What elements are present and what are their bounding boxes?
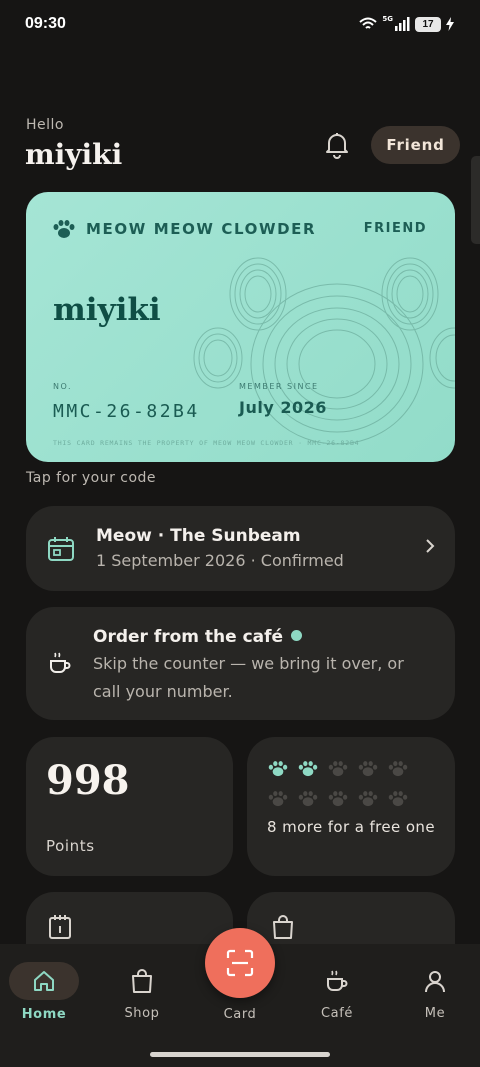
card-number-label: NO. <box>53 382 72 391</box>
nav-shop-label: Shop <box>124 1006 160 1021</box>
bell-icon <box>326 133 348 159</box>
charging-icon <box>446 17 454 31</box>
nav-card-label: Card <box>223 1007 257 1022</box>
home-icon <box>34 971 54 991</box>
points-value: 998 <box>46 757 130 804</box>
order-title: Order from the café <box>93 627 303 647</box>
shopping-bag-icon <box>132 969 152 993</box>
notifications-button[interactable] <box>322 129 352 161</box>
chevron-right-icon <box>426 539 435 553</box>
booking-tile[interactable]: Meow · The Sunbeam 1 September 2026 · Co… <box>26 506 455 591</box>
card-scan-button[interactable] <box>205 928 275 998</box>
status-time: 09:30 <box>25 15 66 32</box>
home-indicator[interactable] <box>150 1052 330 1057</box>
battery-icon: 17 <box>415 16 441 32</box>
network-type: 5G <box>382 15 393 23</box>
stamp-filled-icon <box>298 761 318 777</box>
order-title-text: Order from the café <box>93 627 284 647</box>
nav-home-label: Home <box>21 1007 67 1022</box>
wifi-icon <box>359 17 378 29</box>
status-bar: 09:30 5G 17 <box>0 0 480 48</box>
tap-hint: Tap for your code <box>26 470 157 486</box>
card-brand: MEOW MEOW CLOWDER <box>86 220 317 238</box>
nav-home[interactable]: Home <box>8 962 80 1022</box>
username-heading: miyiki <box>25 138 123 171</box>
stamp-empty-icon <box>328 791 348 807</box>
stamp-empty-icon <box>358 791 378 807</box>
points-tile[interactable]: 998 Points <box>26 737 233 876</box>
card-tier: FRIEND <box>363 221 427 236</box>
booking-title: Meow · The Sunbeam <box>96 526 301 546</box>
stamp-empty-icon <box>358 761 378 777</box>
stamp-card-tile[interactable]: 8 more for a free one <box>247 737 455 876</box>
stamp-empty-icon <box>388 791 408 807</box>
order-description: Skip the counter — we bring it over, or … <box>93 654 404 701</box>
person-icon <box>425 971 445 993</box>
paw-icon <box>53 220 75 238</box>
membership-card[interactable]: MEOW MEOW CLOWDER FRIEND miyiki NO. MMC-… <box>26 192 455 462</box>
member-since-label: MEMBER SINCE <box>239 382 319 391</box>
calendar-icon <box>48 537 74 561</box>
booking-subtitle: 1 September 2026 · Confirmed <box>96 551 344 570</box>
calendar-icon <box>49 915 71 939</box>
stamp-empty-icon <box>328 761 348 777</box>
coffee-cup-icon <box>50 652 71 673</box>
stamp-empty-icon <box>298 791 318 807</box>
nav-cafe-label: Café <box>320 1006 354 1021</box>
order-cafe-tile[interactable]: Order from the café Skip the counter — w… <box>26 607 455 720</box>
tier-badge[interactable]: Friend <box>371 126 460 164</box>
stamp-progress-text: 8 more for a free one <box>267 818 435 836</box>
scroll-indicator <box>471 156 480 244</box>
nav-cafe[interactable]: Café <box>301 962 373 1021</box>
card-footer: THIS CARD REMAINS THE PROPERTY OF MEOW M… <box>53 439 360 447</box>
nav-home-highlight <box>9 962 79 1000</box>
stamp-empty-icon <box>268 791 288 807</box>
stamp-filled-icon <box>268 761 288 777</box>
stamp-empty-icon <box>388 761 408 777</box>
nav-me[interactable]: Me <box>399 962 471 1021</box>
scan-icon <box>226 949 254 977</box>
coffee-cup-icon <box>327 970 348 991</box>
greeting-label: Hello <box>26 117 64 133</box>
status-dot <box>291 630 303 641</box>
signal-icon <box>395 17 410 31</box>
card-member-name: miyiki <box>53 292 161 328</box>
nav-shop[interactable]: Shop <box>106 962 178 1021</box>
nav-me-label: Me <box>424 1006 446 1021</box>
member-since-value: July 2026 <box>239 398 327 417</box>
shopping-bag-icon <box>273 915 293 939</box>
card-number: MMC-26-82B4 <box>53 401 200 422</box>
points-label: Points <box>46 837 95 855</box>
status-icons: 5G 17 <box>359 15 454 32</box>
stamp-grid <box>267 761 409 807</box>
